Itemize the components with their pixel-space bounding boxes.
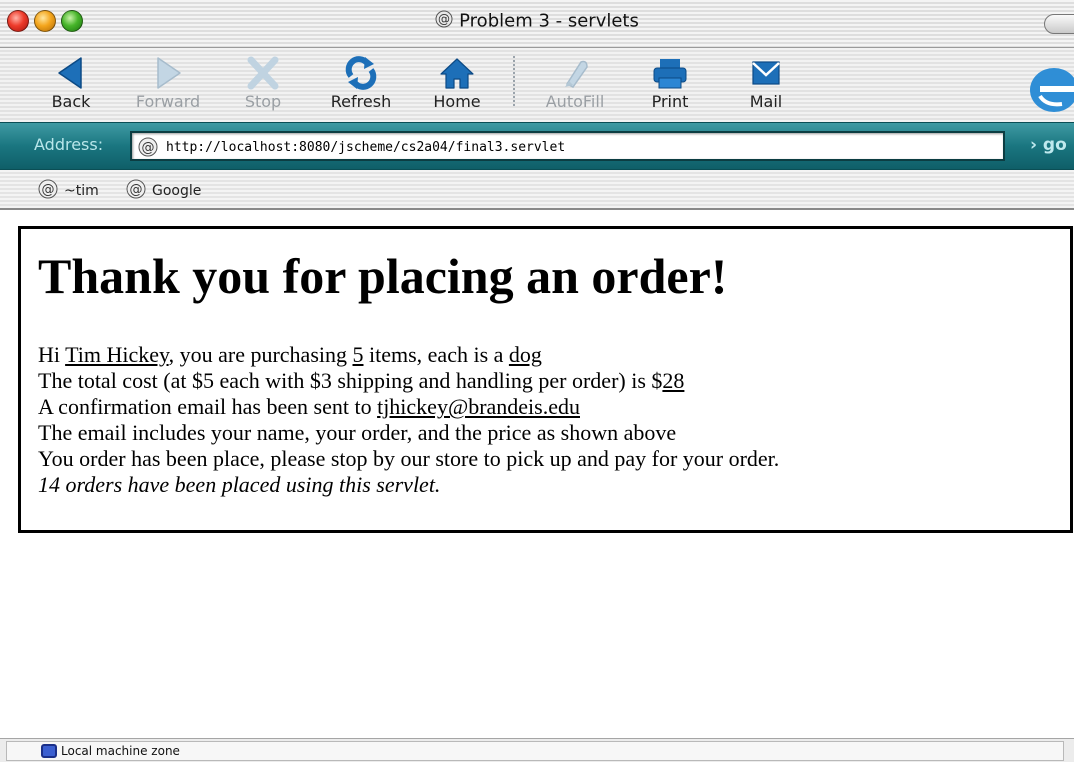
title-bar: @ Problem 3 - servlets (0, 0, 1074, 48)
toolbar-separator (513, 56, 515, 106)
local-zone-icon (41, 744, 57, 758)
address-bar: Address: @ › go (0, 122, 1074, 170)
back-label: Back (51, 92, 91, 111)
svg-text:@: @ (42, 183, 55, 198)
back-arrow-icon (26, 54, 116, 92)
favorite-at-icon: @ (126, 179, 146, 203)
autofill-icon (530, 54, 620, 92)
refresh-label: Refresh (330, 92, 392, 111)
window-title: Problem 3 - servlets (459, 10, 639, 32)
go-button[interactable]: › go (1030, 135, 1067, 155)
customer-name: Tim Hickey (65, 342, 169, 367)
home-icon (412, 54, 502, 92)
item-quantity: 5 (352, 342, 364, 367)
greeting-line: Hi Tim Hickey, you are purchasing 5 item… (38, 342, 779, 368)
print-button[interactable]: Print (625, 54, 715, 111)
print-label: Print (651, 92, 689, 111)
favorite-at-icon: @ (38, 179, 58, 203)
mail-button[interactable]: Mail (721, 54, 811, 111)
svg-text:@: @ (142, 141, 155, 156)
toolbar-toggle-button[interactable] (1044, 14, 1074, 34)
address-label: Address: (34, 135, 104, 154)
url-at-icon: @ (138, 137, 158, 161)
greeting-prefix: Hi (38, 342, 66, 367)
order-confirmation-box: Thank you for placing an order! Hi Tim H… (18, 226, 1073, 533)
email-address: tjhickey@brandeis.edu (377, 394, 580, 419)
favorites-bar: @ ~tim @ Google (0, 170, 1074, 210)
email-includes-line: The email includes your name, your order… (38, 420, 677, 445)
email-line: A confirmation email has been sent to tj… (38, 394, 779, 420)
stop-button[interactable]: Stop (218, 54, 308, 111)
svg-text:@: @ (438, 12, 450, 26)
home-button[interactable]: Home (412, 54, 502, 111)
url-input[interactable] (166, 136, 996, 158)
mail-label: Mail (749, 92, 783, 111)
order-details: Hi Tim Hickey, you are purchasing 5 item… (38, 342, 779, 498)
item-name: dog (508, 342, 542, 367)
favorite-google[interactable]: @ Google (126, 179, 201, 203)
purchase-text: , you are purchasing (168, 342, 353, 367)
total-cost-line: The total cost (at $5 each with $3 shipp… (38, 368, 779, 394)
forward-arrow-icon (123, 54, 213, 92)
favorite-tim[interactable]: @ ~tim (38, 179, 99, 203)
pickup-line: You order has been place, please stop by… (38, 446, 780, 471)
page-at-icon: @ (435, 10, 453, 33)
svg-text:@: @ (130, 183, 143, 198)
mail-icon (721, 54, 811, 92)
print-icon (625, 54, 715, 92)
ie-logo-icon (1020, 60, 1074, 120)
page-heading: Thank you for placing an order! (38, 248, 728, 304)
favorite-google-label: Google (152, 183, 202, 199)
status-panel: Local machine zone (6, 741, 1064, 761)
stop-label: Stop (244, 92, 282, 111)
security-zone-label: Local machine zone (61, 744, 180, 758)
status-bar: Local machine zone (0, 738, 1074, 762)
window-title-area: @ Problem 3 - servlets (0, 10, 1074, 33)
autofill-button[interactable]: AutoFill (530, 54, 620, 111)
browser-toolbar: Back Forward Stop Refresh Home AutoFill (0, 48, 1074, 122)
forward-label: Forward (135, 92, 201, 111)
refresh-button[interactable]: Refresh (316, 54, 406, 111)
order-count-line: 14 orders have been placed using this se… (38, 472, 441, 497)
email-prefix: A confirmation email has been sent to (38, 394, 378, 419)
back-button[interactable]: Back (26, 54, 116, 111)
item-text: items, each is a (363, 342, 509, 367)
stop-x-icon (218, 54, 308, 92)
favorite-tim-label: ~tim (64, 183, 99, 199)
autofill-label: AutoFill (545, 92, 605, 111)
address-field[interactable]: @ (130, 131, 1005, 161)
refresh-icon (316, 54, 406, 92)
total-cost-prefix: The total cost (at $5 each with $3 shipp… (38, 368, 663, 393)
home-label: Home (433, 92, 481, 111)
forward-button[interactable]: Forward (123, 54, 213, 111)
total-cost-value: 28 (662, 368, 685, 393)
